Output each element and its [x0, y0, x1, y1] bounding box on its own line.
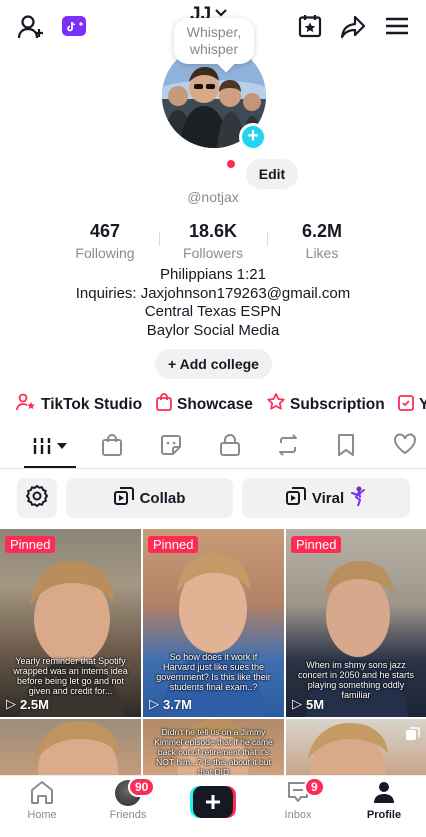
- gear-icon: [25, 484, 49, 512]
- showcase-link[interactable]: Showcase: [156, 393, 253, 416]
- subscription-star-icon: [267, 393, 285, 416]
- add-friend-icon[interactable]: [17, 14, 45, 40]
- profile-bio: Philippians 1:21 Inquiries: Jaxjohnson17…: [0, 266, 426, 340]
- create-plus-icon: [190, 786, 236, 818]
- likes-label: Likes: [305, 245, 339, 261]
- followers-label: Followers: [183, 245, 243, 261]
- inbox-badge: 9: [304, 777, 325, 797]
- view-count: ▷ 2.5M: [6, 696, 49, 712]
- video-thumbnail[interactable]: [0, 719, 141, 775]
- stat-divider: [159, 232, 160, 246]
- username-handle: @notjax: [187, 189, 239, 205]
- nav-home[interactable]: Home: [12, 780, 72, 821]
- dancer-emoji-icon: [350, 486, 366, 510]
- view-count-value: 2.5M: [20, 696, 49, 712]
- video-caption: Yearly reminder that Spotify wrapped was…: [13, 656, 128, 696]
- bubble-line-2: whisper: [189, 41, 239, 57]
- bubble-line-1: Whisper,: [186, 24, 242, 40]
- video-still: [36, 721, 120, 775]
- play-icon: ▷: [6, 696, 16, 711]
- whisper-bubble[interactable]: Whisper, whisper: [174, 18, 254, 64]
- new-activity-dot: [227, 160, 235, 168]
- tiktok-studio-label: TikTok Studio: [41, 395, 143, 413]
- collab-filter-button[interactable]: Collab: [66, 478, 233, 518]
- bio-line: Baylor Social Media: [146, 321, 280, 339]
- collab-icon: [113, 487, 134, 509]
- nav-inbox-label: Inbox: [284, 809, 312, 821]
- view-count: ▷ 5M: [292, 696, 324, 712]
- nav-profile-label: Profile: [366, 809, 402, 821]
- video-thumbnail[interactable]: Pinned Yearly reminder that Spotify wrap…: [0, 529, 141, 717]
- calendar-star-icon[interactable]: [298, 14, 322, 38]
- nav-friends-label: Friends: [109, 809, 147, 821]
- bio-line: Philippians 1:21: [160, 266, 266, 283]
- add-college-button[interactable]: + Add college: [155, 349, 272, 379]
- collab-label: Collab: [139, 489, 186, 507]
- active-tab-indicator: [24, 466, 76, 468]
- friends-badge: 90: [128, 777, 156, 797]
- video-caption: So how does it work if Harvard just like…: [156, 652, 271, 692]
- tab-private-lock-icon[interactable]: [219, 433, 241, 462]
- tab-shop-bag-icon[interactable]: [101, 433, 123, 462]
- subscription-link[interactable]: Subscription: [267, 393, 385, 416]
- tiktok-studio-icon[interactable]: [62, 16, 86, 36]
- plus-icon: +: [168, 356, 180, 372]
- video-still: [308, 723, 388, 775]
- following-label: Following: [75, 245, 135, 261]
- nav-profile[interactable]: Profile: [354, 780, 414, 821]
- stat-following[interactable]: 467 Following: [55, 221, 155, 261]
- add-story-button[interactable]: +: [239, 123, 267, 151]
- viral-filter-button[interactable]: Viral: [242, 478, 410, 518]
- play-icon: ▷: [292, 696, 302, 711]
- view-count: ▷ 3.7M: [149, 696, 192, 712]
- tiktok-studio-link[interactable]: TikTok Studio: [16, 393, 142, 416]
- bio-line: Central Texas ESPN: [144, 303, 282, 320]
- pinned-badge: Pinned: [291, 536, 342, 553]
- profile-tabs: [0, 425, 426, 469]
- more-link-label: Y: [419, 395, 426, 413]
- person-star-icon: [16, 393, 36, 416]
- video-caption: Didn't he tell us on a Jimmy Kimmel epis…: [154, 727, 273, 775]
- tab-liked-heart-icon[interactable]: [393, 433, 417, 460]
- viral-icon: [285, 487, 306, 509]
- add-college-label: Add college: [179, 356, 259, 372]
- more-link[interactable]: Y: [398, 393, 426, 416]
- create-post-button[interactable]: [190, 786, 236, 818]
- profile-icon: [372, 780, 396, 807]
- subscription-label: Subscription: [290, 395, 385, 413]
- viral-label: Viral: [311, 489, 345, 507]
- pinned-badge: Pinned: [148, 536, 199, 553]
- tab-sticker-icon[interactable]: [159, 433, 183, 462]
- manage-filter-button[interactable]: [17, 478, 57, 518]
- bio-line: Inquiries: Jaxjohnson179263@gmail.com: [75, 284, 351, 302]
- stat-followers[interactable]: 18.6K Followers: [163, 221, 263, 261]
- tab-reposts-icon[interactable]: [276, 433, 300, 462]
- followers-count: 18.6K: [188, 221, 238, 241]
- shopping-bag-icon: [156, 393, 172, 416]
- video-thumbnail[interactable]: Pinned So how does it work if Harvard ju…: [143, 529, 284, 717]
- video-thumbnail[interactable]: Didn't he tell us on a Jimmy Kimmel epis…: [143, 719, 284, 775]
- tab-videos-grid[interactable]: [32, 435, 70, 462]
- tab-favorites-bookmark-icon[interactable]: [336, 433, 356, 462]
- home-icon: [29, 780, 55, 807]
- showcase-label: Showcase: [177, 395, 253, 413]
- view-count-value: 3.7M: [163, 696, 192, 712]
- menu-icon[interactable]: [386, 17, 408, 35]
- checklist-icon: [398, 393, 414, 416]
- view-count-value: 5M: [306, 696, 325, 712]
- video-thumbnail[interactable]: [286, 719, 426, 775]
- nav-home-label: Home: [27, 809, 57, 821]
- stat-divider: [267, 232, 268, 246]
- pinned-badge: Pinned: [5, 536, 56, 553]
- following-count: 467: [89, 221, 121, 241]
- edit-profile-button[interactable]: Edit: [246, 159, 298, 189]
- video-caption: When im shmy sons jazz concert in 2050 a…: [297, 660, 415, 700]
- share-icon[interactable]: [340, 15, 366, 39]
- stat-likes[interactable]: 6.2M Likes: [272, 221, 372, 261]
- multi-photo-icon: [406, 727, 420, 746]
- play-icon: ▷: [149, 696, 159, 711]
- likes-count: 6.2M: [301, 221, 343, 241]
- video-thumbnail[interactable]: Pinned When im shmy sons jazz concert in…: [286, 529, 426, 717]
